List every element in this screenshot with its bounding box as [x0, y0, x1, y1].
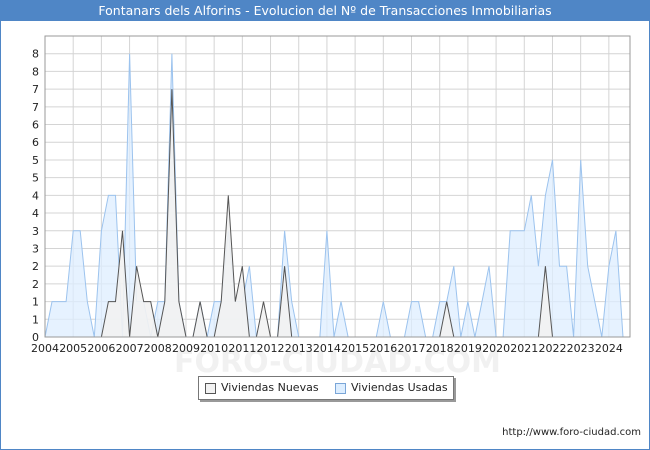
legend-label-nuevas: Viviendas Nuevas: [221, 381, 319, 394]
x-tick-label: 2024: [595, 342, 623, 355]
y-tick-label: 1: [32, 296, 39, 309]
y-tick-label: 2: [32, 278, 39, 291]
y-tick-label: 6: [32, 119, 39, 132]
chart-legend: Viviendas Nuevas Viviendas Usadas: [198, 376, 454, 400]
x-tick-label: 2016: [369, 342, 397, 355]
y-tick-label: 3: [32, 225, 39, 238]
y-tick-label: 4: [32, 189, 39, 202]
x-tick-label: 2006: [87, 342, 115, 355]
x-tick-label: 2023: [567, 342, 595, 355]
x-tick-label: 2008: [144, 342, 172, 355]
x-tick-label: 2013: [285, 342, 313, 355]
x-tick-label: 2018: [426, 342, 454, 355]
x-tick-label: 2009: [172, 342, 200, 355]
x-tick-label: 2005: [59, 342, 87, 355]
legend-swatch-usadas: [335, 383, 346, 394]
y-tick-label: 4: [32, 207, 39, 220]
x-tick-label: 2014: [313, 342, 341, 355]
x-tick-label: 2015: [341, 342, 369, 355]
x-tick-label: 2007: [116, 342, 144, 355]
x-tick-label: 2020: [482, 342, 510, 355]
y-tick-label: 8: [32, 48, 39, 61]
y-tick-label: 5: [32, 172, 39, 185]
y-tick-label: 6: [32, 136, 39, 149]
x-tick-label: 2011: [228, 342, 256, 355]
x-tick-label: 2019: [454, 342, 482, 355]
y-tick-label: 7: [32, 101, 39, 114]
y-tick-label: 1: [32, 313, 39, 326]
y-tick-label: 8: [32, 65, 39, 78]
y-tick-label: 5: [32, 154, 39, 167]
y-tick-label: 7: [32, 83, 39, 96]
x-tick-label: 2021: [510, 342, 538, 355]
y-tick-label: 2: [32, 260, 39, 273]
legend-label-usadas: Viviendas Usadas: [351, 381, 448, 394]
x-tick-label: 2012: [257, 342, 285, 355]
legend-swatch-nuevas: [205, 383, 216, 394]
x-tick-label: 2022: [538, 342, 566, 355]
x-tick-label: 2004: [31, 342, 59, 355]
source-url: http://www.foro-ciudad.com: [502, 427, 641, 438]
y-tick-label: 3: [32, 242, 39, 255]
x-tick-label: 2010: [200, 342, 228, 355]
x-tick-label: 2017: [398, 342, 426, 355]
